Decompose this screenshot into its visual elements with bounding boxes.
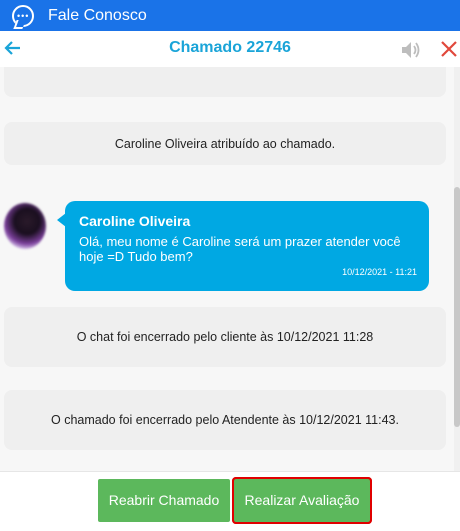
ticket-title: Chamado 22746 bbox=[169, 39, 291, 56]
avatar bbox=[4, 203, 46, 249]
chat-messages[interactable]: Caroline Oliveira atribuído ao chamado. … bbox=[0, 67, 454, 471]
title-bar: ••• Fale Conosco bbox=[0, 0, 460, 31]
message-sender: Caroline Oliveira bbox=[79, 213, 191, 229]
agent-message-bubble: Caroline Oliveira Olá, meu nome é Caroli… bbox=[57, 201, 429, 291]
chat-bubble-icon: ••• bbox=[12, 4, 34, 27]
rate-service-button[interactable]: Realizar Avaliação bbox=[232, 477, 372, 524]
system-message-assigned: Caroline Oliveira atribuído ao chamado. bbox=[4, 122, 446, 165]
footer-actions: Reabrir Chamado Realizar Avaliação bbox=[0, 471, 460, 531]
message-timestamp: 10/12/2021 - 11:21 bbox=[342, 267, 417, 277]
system-message-closed-agent: O chamado foi encerrado pelo Atendente à… bbox=[4, 390, 446, 450]
chat-window: ••• Fale Conosco Chamado 22746 Caroline … bbox=[0, 0, 460, 531]
reopen-ticket-button[interactable]: Reabrir Chamado bbox=[98, 479, 230, 522]
system-message-assigned-text: Caroline Oliveira atribuído ao chamado. bbox=[114, 136, 336, 151]
chat-scrollbar[interactable] bbox=[454, 67, 460, 471]
ticket-header: Chamado 22746 bbox=[0, 31, 460, 67]
message-text: Olá, meu nome é Caroline será um prazer … bbox=[79, 234, 401, 264]
system-message-partial bbox=[4, 67, 446, 97]
system-message-closed-client: O chat foi encerrado pelo cliente às 10/… bbox=[4, 307, 446, 367]
app-title: Fale Conosco bbox=[48, 6, 147, 24]
scrollbar-thumb[interactable] bbox=[454, 187, 460, 427]
close-icon[interactable] bbox=[440, 40, 458, 58]
speaker-icon[interactable] bbox=[401, 41, 421, 59]
system-message-closed-client-text: O chat foi encerrado pelo cliente às 10/… bbox=[76, 330, 374, 344]
system-message-closed-agent-text: O chamado foi encerrado pelo Atendente à… bbox=[51, 413, 399, 427]
